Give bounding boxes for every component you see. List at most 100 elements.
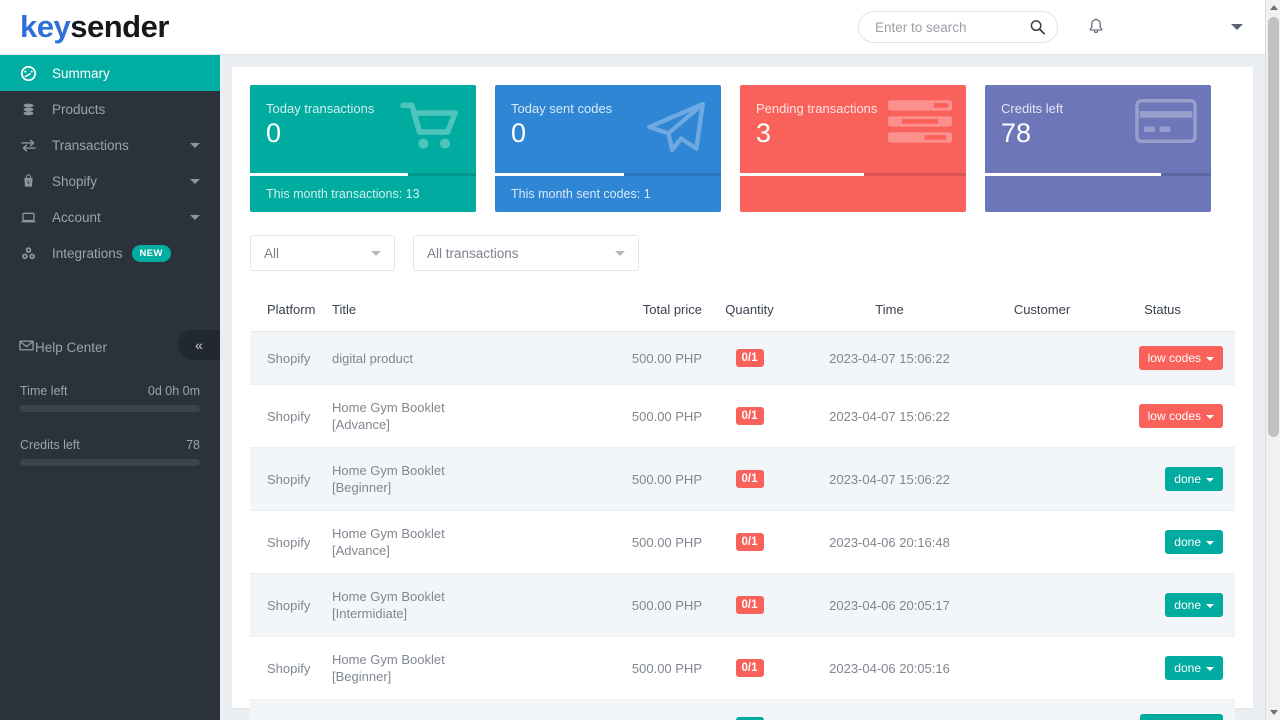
envelope-icon xyxy=(18,337,35,357)
cell-customer xyxy=(982,385,1102,448)
chevron-down-icon xyxy=(1206,604,1214,608)
app-logo[interactable]: keysender xyxy=(20,9,169,45)
column-header-customer[interactable]: Customer xyxy=(982,291,1102,332)
sidebar-item-integrations[interactable]: Integrations NEW xyxy=(0,235,220,271)
stat-value: 78 xyxy=(1001,118,1031,149)
cell-total-price: 500.00 PHP xyxy=(582,332,702,385)
table-head: Platform Title Total price Quantity Time… xyxy=(250,291,1235,332)
status-badge[interactable]: done xyxy=(1165,467,1223,491)
chevron-down-icon xyxy=(1206,667,1214,671)
transaction-filter-select[interactable]: All transactions xyxy=(413,235,639,271)
content-panel: Today transactions 0 This month transact… xyxy=(232,67,1253,708)
quantity-badge: 0/1 xyxy=(736,596,764,614)
database-icon xyxy=(18,100,38,118)
column-header-time[interactable]: Time xyxy=(797,291,982,332)
sidebar-item-label: Help Center xyxy=(35,340,107,355)
sidebar-item-label: Transactions xyxy=(52,138,129,153)
search-box[interactable] xyxy=(858,11,1058,43)
search-icon[interactable] xyxy=(1030,20,1045,35)
table-row[interactable]: ShopifyHome Gym Booklet[Intermidiate]500… xyxy=(250,574,1235,637)
status-badge-label: low codes xyxy=(1148,351,1201,365)
cell-time: 2023-04-07 15:06:22 xyxy=(797,448,982,511)
table-row[interactable]: Shopifydigital product500.00 PHP1/12023-… xyxy=(250,700,1235,720)
cell-status: done xyxy=(1102,511,1235,574)
main-area: Today transactions 0 This month transact… xyxy=(220,55,1265,720)
stat-card-row: Today transactions 0 This month transact… xyxy=(250,85,1235,212)
cell-time: 2023-04-07 15:06:22 xyxy=(797,385,982,448)
column-header-title[interactable]: Title xyxy=(332,291,582,332)
credit-card-icon xyxy=(1135,99,1197,148)
chevron-down-icon xyxy=(371,251,381,256)
platform-filter-select[interactable]: All xyxy=(250,235,395,271)
cell-title: Home Gym Booklet[Beginner] xyxy=(332,448,582,511)
status-badge[interactable]: done xyxy=(1165,593,1223,617)
status-badge[interactable]: code sent xyxy=(1140,714,1223,720)
chevron-down-icon xyxy=(1206,357,1214,361)
time-left-track xyxy=(20,405,200,412)
cell-status: done xyxy=(1102,574,1235,637)
cell-total-price: 500.00 PHP xyxy=(582,700,702,720)
column-header-quantity[interactable]: Quantity xyxy=(702,291,797,332)
status-badge[interactable]: done xyxy=(1165,530,1223,554)
chevron-down-icon xyxy=(615,251,625,256)
cell-customer xyxy=(982,332,1102,385)
cell-customer xyxy=(982,448,1102,511)
status-badge[interactable]: done xyxy=(1165,656,1223,680)
chevron-down-icon xyxy=(1206,478,1214,482)
table-row[interactable]: ShopifyHome Gym Booklet[Beginner]500.00 … xyxy=(250,448,1235,511)
cell-platform: Shopify xyxy=(250,637,332,700)
column-header-status[interactable]: Status xyxy=(1102,291,1235,332)
scrollbar-thumb[interactable] xyxy=(1268,17,1279,437)
table-row[interactable]: ShopifyHome Gym Booklet[Beginner]500.00 … xyxy=(250,637,1235,700)
column-header-platform[interactable]: Platform xyxy=(250,291,332,332)
sidebar-item-shopify[interactable]: $ Shopify xyxy=(0,163,220,199)
table-row[interactable]: ShopifyHome Gym Booklet[Advance]500.00 P… xyxy=(250,385,1235,448)
stat-card-pending-transactions[interactable]: Pending transactions 3 xyxy=(740,85,966,212)
stat-title: Pending transactions xyxy=(756,101,877,116)
shopping-bag-icon: $ xyxy=(18,172,38,190)
credits-left-label: Credits left xyxy=(20,438,80,452)
credits-left-value: 78 xyxy=(186,438,200,452)
cell-status: code sent xyxy=(1102,700,1235,720)
stat-card-today-transactions[interactable]: Today transactions 0 This month transact… xyxy=(250,85,476,212)
table-row[interactable]: ShopifyHome Gym Booklet[Advance]500.00 P… xyxy=(250,511,1235,574)
sidebar-item-summary[interactable]: Summary xyxy=(0,55,220,91)
exchange-icon xyxy=(18,136,38,154)
stat-title: Today sent codes xyxy=(511,101,612,116)
page-scrollbar[interactable] xyxy=(1265,0,1280,720)
cell-title: digital product xyxy=(332,700,582,720)
sidebar-collapse-button[interactable]: « xyxy=(178,330,220,360)
table-header-row: Platform Title Total price Quantity Time… xyxy=(250,291,1235,332)
cell-time: 2023-04-06 20:05:16 xyxy=(797,637,982,700)
cell-quantity: 0/1 xyxy=(702,385,797,448)
column-header-total-price[interactable]: Total price xyxy=(582,291,702,332)
sidebar-item-label: Summary xyxy=(52,66,110,81)
stat-footer: This month transactions: 13 xyxy=(266,187,420,201)
scroll-up-arrow-icon[interactable] xyxy=(1266,0,1280,15)
notification-bell-icon[interactable] xyxy=(1086,17,1106,37)
stat-value: 0 xyxy=(266,118,281,149)
stat-card-credits-left[interactable]: Credits left 78 xyxy=(985,85,1211,212)
time-left-value: 0d 0h 0m xyxy=(148,384,200,398)
chevron-down-icon xyxy=(190,143,200,148)
status-badge[interactable]: low codes xyxy=(1139,346,1223,370)
cell-quantity: 0/1 xyxy=(702,574,797,637)
scroll-down-arrow-icon[interactable] xyxy=(1266,705,1280,720)
cell-platform: Shopify xyxy=(250,511,332,574)
search-input[interactable] xyxy=(859,12,1057,42)
sidebar-item-transactions[interactable]: Transactions xyxy=(0,127,220,163)
status-badge-label: done xyxy=(1174,598,1201,612)
cell-customer xyxy=(982,511,1102,574)
sidebar-item-account[interactable]: Account xyxy=(0,199,220,235)
table-row[interactable]: Shopifydigital product500.00 PHP0/12023-… xyxy=(250,332,1235,385)
status-badge[interactable]: low codes xyxy=(1139,404,1223,428)
stat-card-today-sent-codes[interactable]: Today sent codes 0 This month sent codes… xyxy=(495,85,721,212)
table-body: Shopifydigital product500.00 PHP0/12023-… xyxy=(250,332,1235,720)
sidebar-item-products[interactable]: Products xyxy=(0,91,220,127)
credits-left-label-row: Credits left 78 xyxy=(20,438,200,452)
status-badge-label: done xyxy=(1174,661,1201,675)
cell-time: 2023-04-07 15:06:22 xyxy=(797,332,982,385)
integrations-new-badge: NEW xyxy=(132,245,171,262)
cell-platform: Shopify xyxy=(250,700,332,720)
profile-menu-caret-icon[interactable] xyxy=(1231,24,1243,30)
